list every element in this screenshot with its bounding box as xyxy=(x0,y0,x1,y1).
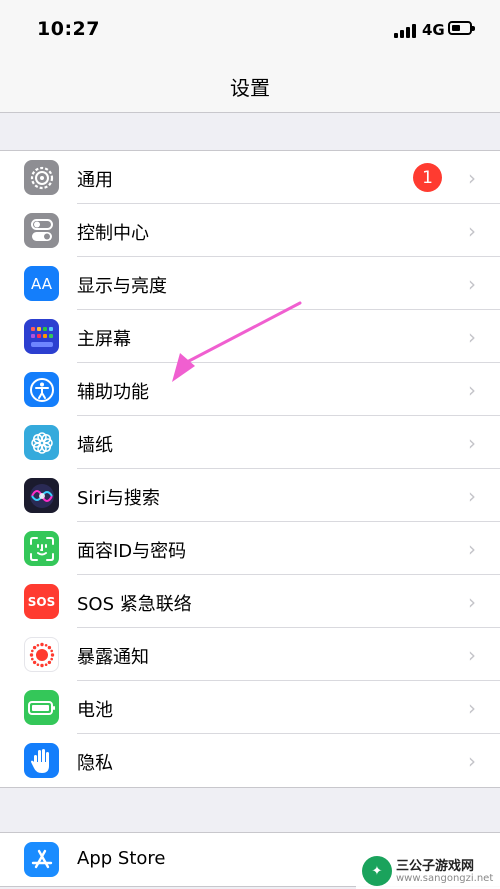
chevron-right-icon: › xyxy=(468,696,476,720)
page-title: 设置 xyxy=(230,76,270,100)
chevron-right-icon: › xyxy=(468,272,476,296)
status-bar: 10:27 4G xyxy=(0,0,500,60)
settings-row-label: 面容ID与密码 xyxy=(77,541,187,562)
settings-row-label: 通用 xyxy=(77,170,113,191)
settings-row-label: 控制中心 xyxy=(77,223,149,244)
settings-group-main: 通用 1 › 控制中心 › AA 显示与亮度 › 主屏幕 › 辅助功能 › 墙纸… xyxy=(0,150,500,788)
settings-row-general[interactable]: 通用 1 › xyxy=(0,151,500,204)
settings-row-label: 显示与亮度 xyxy=(77,276,167,297)
settings-row-label: App Store xyxy=(77,848,166,869)
cellular-signal-icon xyxy=(394,22,418,38)
battery-icon xyxy=(448,21,475,35)
settings-row-label: 辅助功能 xyxy=(77,382,149,403)
settings-row-label: 墙纸 xyxy=(77,435,113,456)
watermark-name: 三公子游戏网 xyxy=(396,859,475,874)
notification-badge: 1 xyxy=(413,163,442,192)
android-icon: ✦ xyxy=(362,856,392,886)
chevron-right-icon: › xyxy=(468,484,476,508)
settings-row-label: Siri与搜索 xyxy=(77,488,160,509)
settings-row-label: 隐私 xyxy=(77,753,113,774)
gear-icon xyxy=(24,160,59,195)
settings-row-control-center[interactable]: 控制中心 › xyxy=(0,204,500,257)
home-grid-icon xyxy=(24,319,59,354)
settings-row-privacy[interactable]: 隐私 › xyxy=(0,734,500,787)
chevron-right-icon: › xyxy=(468,643,476,667)
battery-icon xyxy=(24,690,59,725)
site-watermark: ✦ 三公子游戏网 www.sangongzi.net xyxy=(356,852,500,889)
app-store-icon xyxy=(24,842,59,877)
settings-row-exposure[interactable]: 暴露通知 › xyxy=(0,628,500,681)
chevron-right-icon: › xyxy=(468,590,476,614)
chevron-right-icon: › xyxy=(468,749,476,773)
chevron-right-icon: › xyxy=(468,219,476,243)
settings-row-wallpaper[interactable]: 墙纸 › xyxy=(0,416,500,469)
toggles-icon xyxy=(24,213,59,248)
sos-icon: SOS xyxy=(24,584,59,619)
settings-row-label: SOS 紧急联络 xyxy=(77,594,192,615)
settings-row-label: 主屏幕 xyxy=(77,329,131,350)
navigation-bar: 设置 xyxy=(0,60,500,113)
siri-icon xyxy=(24,478,59,513)
chevron-right-icon: › xyxy=(468,537,476,561)
settings-row-emergency-sos[interactable]: SOS SOS 紧急联络 › xyxy=(0,575,500,628)
flower-icon xyxy=(24,425,59,460)
settings-row-label: 电池 xyxy=(77,700,113,721)
chevron-right-icon: › xyxy=(468,378,476,402)
exposure-icon xyxy=(24,637,59,672)
face-id-icon xyxy=(24,531,59,566)
watermark-url: www.sangongzi.net xyxy=(396,873,494,884)
status-time: 10:27 xyxy=(37,18,100,40)
settings-row-display[interactable]: AA 显示与亮度 › xyxy=(0,257,500,310)
settings-row-label: 暴露通知 xyxy=(77,647,149,668)
settings-row-face-id[interactable]: 面容ID与密码 › xyxy=(0,522,500,575)
network-type: 4G xyxy=(422,21,445,39)
chevron-right-icon: › xyxy=(468,431,476,455)
text-size-icon: AA xyxy=(24,266,59,301)
chevron-right-icon: › xyxy=(468,166,476,190)
chevron-right-icon: › xyxy=(468,325,476,349)
settings-row-battery[interactable]: 电池 › xyxy=(0,681,500,734)
settings-row-home-screen[interactable]: 主屏幕 › xyxy=(0,310,500,363)
settings-row-accessibility[interactable]: 辅助功能 › xyxy=(0,363,500,416)
settings-row-siri[interactable]: Siri与搜索 › xyxy=(0,469,500,522)
hand-icon xyxy=(24,743,59,778)
accessibility-icon xyxy=(24,372,59,407)
